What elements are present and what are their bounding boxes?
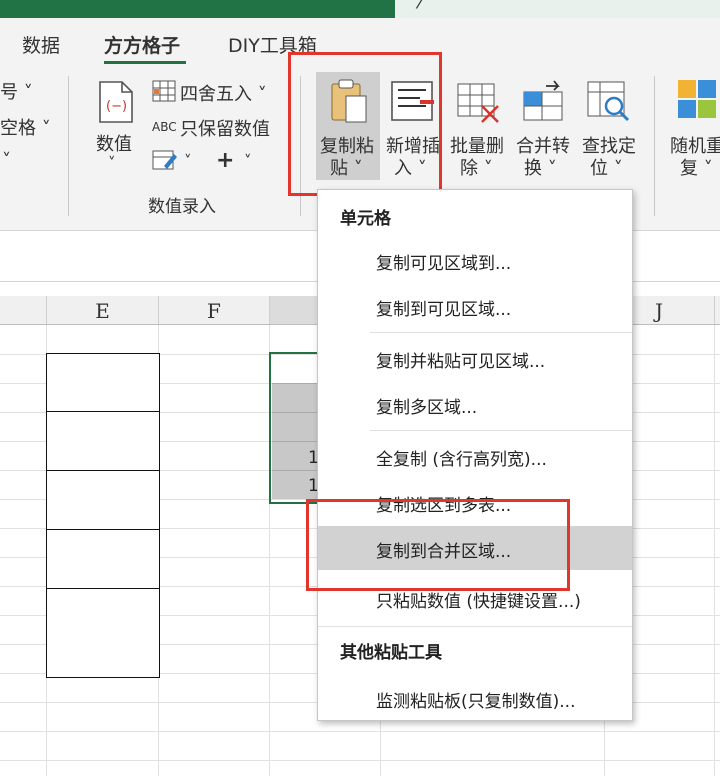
column-header-f[interactable]: F [159, 296, 270, 324]
highlight-box-menu [306, 499, 570, 591]
round-button[interactable]: 四舍五入 ˅ [180, 80, 267, 106]
left-partial-item-1[interactable]: 号 ˅ [0, 78, 33, 104]
menu-divider [318, 626, 632, 627]
merged-cell[interactable] [46, 529, 160, 590]
highlight-box-copy-paste [288, 52, 442, 196]
edit-cell-icon[interactable] [152, 150, 178, 176]
numeric-group-label: 数值录入 [148, 197, 216, 217]
active-tab-underline [104, 61, 186, 64]
menu-item-copy-paste-visible[interactable]: 复制并粘贴可见区域... [318, 336, 632, 380]
ribbon-separator [654, 76, 655, 216]
left-partial-item-2[interactable]: 空格 ˅ [0, 114, 51, 140]
menu-section-cells: 单元格 [340, 209, 391, 229]
shaded-cell [272, 412, 322, 441]
tab-data[interactable]: 数据 [22, 31, 60, 58]
merge-convert-label-2[interactable]: 换 ˅ [524, 154, 557, 180]
plus-chevron[interactable]: ˅ [244, 152, 252, 170]
merged-cell[interactable] [46, 470, 160, 531]
merged-cell[interactable] [46, 411, 160, 472]
menu-item-monitor-clipboard[interactable]: 监测粘贴板(只复制数值)... [318, 676, 632, 720]
title-bar: ⁄ [0, 0, 720, 18]
keep-value-button[interactable]: 只保留数值 [180, 115, 270, 141]
random-repeat-icon [676, 78, 720, 126]
batch-delete-label-2[interactable]: 除 ˅ [460, 154, 493, 180]
merge-convert-icon [520, 78, 566, 128]
menu-item-full-copy[interactable]: 全复制 (含行高列宽)... [318, 434, 632, 478]
value-button[interactable]: 数值 [96, 130, 132, 156]
title-fragment-icon: ⁄ [419, 0, 423, 13]
menu-item-copy-visible-to[interactable]: 复制可见区域到... [318, 238, 632, 282]
merged-cell[interactable] [46, 353, 160, 413]
merged-cell[interactable] [46, 588, 160, 678]
left-partial-item-3[interactable]: ˅ [2, 150, 11, 171]
copy-paste-dropdown-menu: 单元格 复制可见区域到... 复制到可见区域... 复制并粘贴可见区域... 复… [317, 189, 633, 721]
menu-divider [370, 332, 632, 333]
menu-divider [370, 430, 632, 431]
menu-item-copy-multi-area[interactable]: 复制多区域... [318, 382, 632, 426]
abc-icon: ABC [152, 120, 177, 134]
find-locate-icon [586, 80, 632, 128]
edit-cell-chevron[interactable]: ˅ [184, 152, 192, 170]
find-locate-label-2[interactable]: 位 ˅ [590, 154, 623, 180]
round-icon [152, 80, 176, 106]
value-format-icon: (−) [96, 80, 136, 128]
menu-section-other: 其他粘贴工具 [340, 643, 442, 663]
value-chevron[interactable]: ˅ [108, 154, 116, 172]
batch-delete-icon [456, 82, 502, 128]
menu-item-copy-to-visible[interactable]: 复制到可见区域... [318, 284, 632, 328]
svg-text:(−): (−) [106, 99, 127, 114]
column-header-d[interactable] [0, 296, 47, 324]
ribbon-separator [68, 76, 69, 216]
plus-button[interactable]: + [216, 148, 234, 173]
title-bar-right: ⁄ [395, 0, 720, 18]
random-repeat-label-2[interactable]: 复 ˅ [680, 154, 713, 180]
tab-fangfanggezi[interactable]: 方方格子 [104, 31, 180, 58]
shaded-cell [272, 383, 322, 412]
column-header-e[interactable]: E [47, 296, 159, 324]
